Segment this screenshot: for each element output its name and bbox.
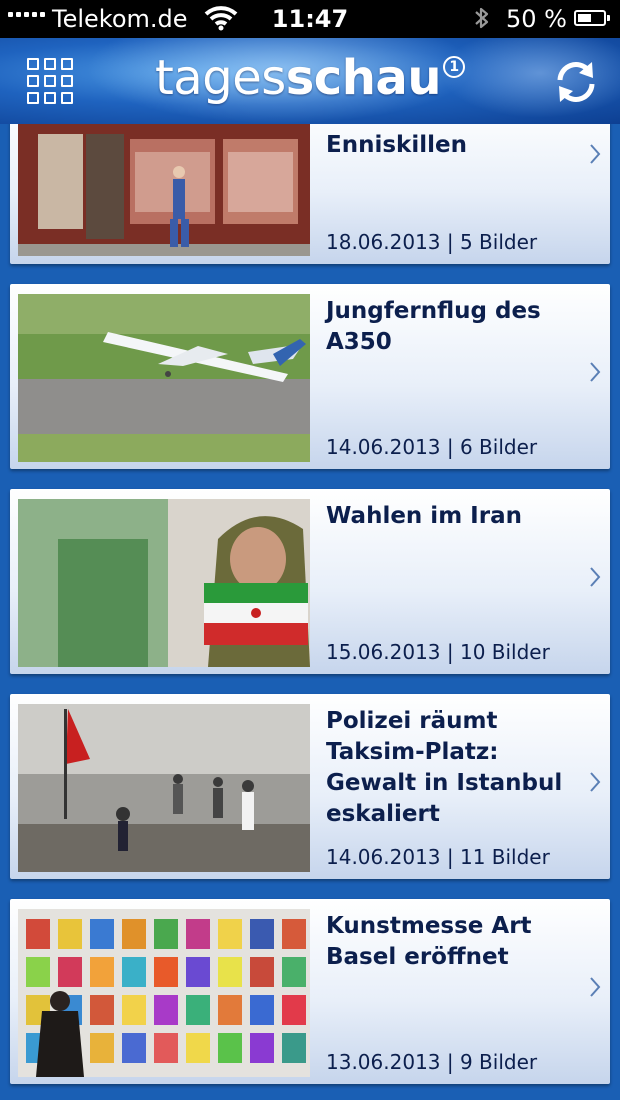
battery-icon: [574, 10, 610, 26]
gallery-item[interactable]: Kunstmesse Art Basel eröffnet 13.06.2013…: [10, 899, 610, 1084]
chevron-right-icon: [590, 144, 601, 164]
chevron-right-icon: [590, 977, 601, 997]
bluetooth-icon: [475, 7, 489, 29]
gallery-meta: 15.06.2013 | 10 Bilder: [326, 640, 550, 664]
logo-mark: 1: [443, 56, 465, 78]
gallery-thumbnail: [18, 909, 310, 1077]
chevron-right-icon: [590, 362, 601, 382]
gallery-item[interactable]: Wurst in Enniskillen 18.06.2013 | 5 Bild…: [10, 124, 610, 264]
gallery-title: Kunstmesse Art Basel eröffnet: [326, 913, 532, 970]
gallery-title: Polizei räumt Taksim-Platz: Gewalt in Is…: [326, 708, 563, 827]
gallery-thumbnail: [18, 294, 310, 462]
gallery-meta: 14.06.2013 | 11 Bilder: [326, 845, 550, 869]
gallery-thumbnail: [18, 499, 310, 667]
gallery-list: Wurst in Enniskillen 18.06.2013 | 5 Bild…: [0, 124, 620, 1100]
chevron-right-icon: [590, 772, 601, 792]
battery-percent: 50 %: [506, 5, 567, 33]
gallery-meta: 14.06.2013 | 6 Bilder: [326, 435, 538, 459]
refresh-icon[interactable]: [552, 58, 600, 106]
chevron-right-icon: [590, 567, 601, 587]
gallery-meta: 18.06.2013 | 5 Bilder: [326, 230, 538, 254]
status-bar: Telekom.de 11:47 50 %: [0, 0, 620, 38]
gallery-meta: 13.06.2013 | 9 Bilder: [326, 1050, 538, 1074]
gallery-title: Wurst in Enniskillen: [326, 124, 467, 158]
gallery-title: Wahlen im Iran: [326, 503, 522, 529]
gallery-item[interactable]: Wahlen im Iran 15.06.2013 | 10 Bilder: [10, 489, 610, 674]
gallery-thumbnail: [18, 704, 310, 872]
gallery-item[interactable]: Jungfernflug des A350 14.06.2013 | 6 Bil…: [10, 284, 610, 469]
gallery-title: Jungfernflug des A350: [326, 298, 541, 355]
gallery-thumbnail: [18, 124, 310, 256]
nav-bar: tagesschau 1: [0, 38, 620, 124]
gallery-item[interactable]: Polizei räumt Taksim-Platz: Gewalt in Is…: [10, 694, 610, 879]
app-logo: tagesschau 1: [0, 50, 620, 106]
